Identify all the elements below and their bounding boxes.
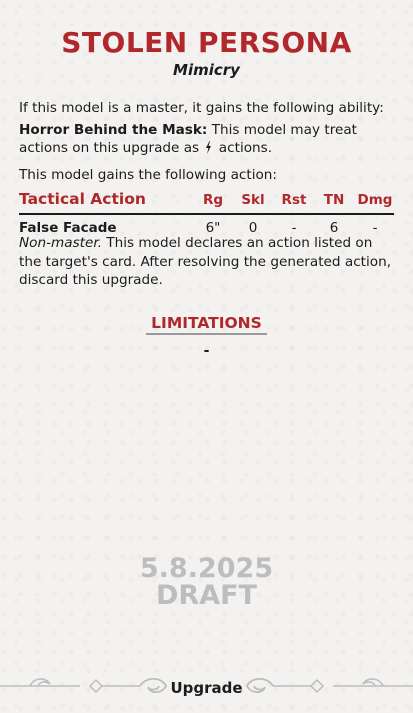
ability-name: Horror Behind the Mask: (19, 122, 208, 138)
draft-watermark: 5.8.2025 DRAFT (0, 555, 413, 609)
action-table-header: Tactical Action Rg Skl Rst TN Dmg (19, 190, 394, 215)
watermark-date: 5.8.2025 (139, 553, 274, 584)
action-description: Non-master. This model declares an actio… (19, 234, 395, 290)
card-subtitle: Mimicry (173, 61, 240, 79)
watermark-label: DRAFT (156, 580, 257, 611)
upgrade-card: STOLEN PERSONA Mimicry If this model is … (0, 0, 413, 713)
limitations-heading: LIMITATIONS (146, 314, 267, 335)
card-footer: Upgrade (0, 663, 413, 713)
action-restriction: Non-master. (19, 235, 103, 251)
signature-bolt-icon (205, 141, 212, 159)
action-table: Tactical Action Rg Skl Rst TN Dmg False … (19, 190, 394, 237)
limitations-value: - (203, 343, 210, 359)
gains-action-text: This model gains the following action: (19, 167, 277, 183)
right-flourish-icon (246, 677, 413, 694)
action-type-heading: Tactical Action (19, 190, 146, 208)
column-tn: TN (323, 192, 345, 208)
master-condition-text: If this model is a master, it gains the … (19, 100, 384, 116)
card-title: STOLEN PERSONA (61, 26, 352, 59)
ability-block: Horror Behind the Mask: This model may t… (19, 121, 395, 159)
column-rst: Rst (281, 192, 307, 208)
column-skl: Skl (241, 192, 265, 208)
ability-text-end: actions. (214, 140, 273, 156)
column-dmg: Dmg (357, 192, 393, 208)
column-rg: Rg (202, 192, 224, 208)
